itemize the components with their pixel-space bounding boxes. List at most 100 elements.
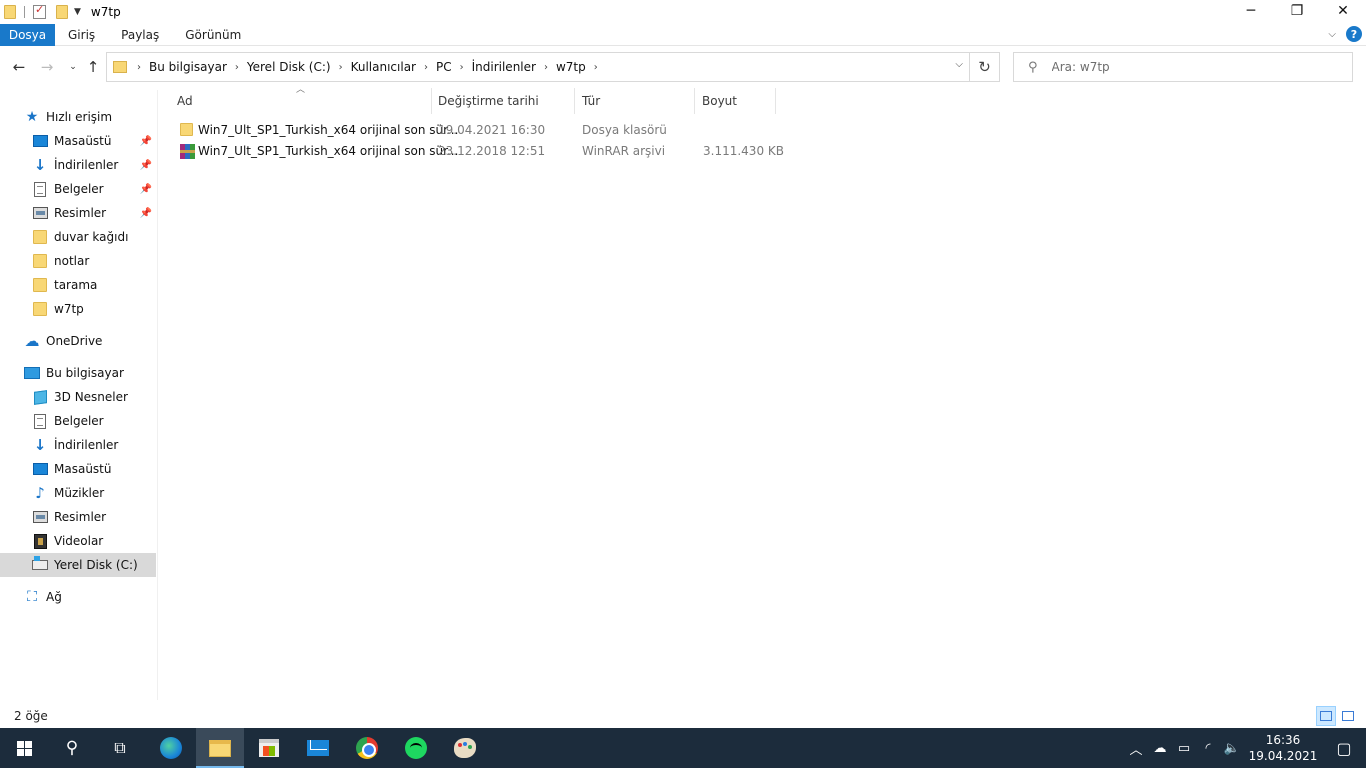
refresh-button[interactable]: ↻: [970, 52, 1000, 82]
chevron-right-icon[interactable]: ›: [590, 62, 602, 73]
chevron-right-icon[interactable]: ›: [456, 62, 468, 73]
sidebar-item-label: İndirilenler: [54, 438, 119, 452]
sidebar-item-3d-nesneler[interactable]: 3D Nesneler: [32, 386, 128, 408]
sidebar-item-yerel-disk[interactable]: Yerel Disk (C:): [0, 553, 156, 577]
pin-icon: 📌: [139, 135, 152, 147]
chevron-right-icon[interactable]: ›: [231, 62, 243, 73]
search-button[interactable]: ⚲: [48, 728, 96, 768]
tab-giris[interactable]: Giriş: [55, 24, 108, 46]
taskbar-store[interactable]: [245, 728, 293, 768]
file-date: 23.12.2018 12:51: [438, 144, 546, 158]
sidebar-item-videolar[interactable]: Videolar: [32, 530, 103, 552]
up-icon[interactable]: ↑: [82, 56, 104, 78]
taskbar-mail[interactable]: [294, 728, 342, 768]
chevron-right-icon[interactable]: ›: [133, 62, 145, 73]
sidebar-item-muzikler[interactable]: ♪ Müzikler: [32, 482, 104, 504]
folder-icon: [33, 254, 47, 268]
computer-icon: [24, 367, 40, 379]
desktop-icon: [32, 463, 48, 475]
taskbar-paint[interactable]: [441, 728, 489, 768]
table-row[interactable]: Win7_Ult_SP1_Turkish_x64 orijinal son sü…: [170, 141, 784, 162]
recent-locations-icon[interactable]: ⌄: [62, 56, 84, 78]
column-header-size[interactable]: Boyut: [695, 88, 776, 114]
chevron-down-icon[interactable]: ⌵: [955, 59, 963, 70]
chevron-right-icon[interactable]: ›: [420, 62, 432, 73]
sidebar-item-tarama[interactable]: tarama: [32, 274, 97, 296]
table-row[interactable]: Win7_Ult_SP1_Turkish_x64 orijinal son sü…: [170, 120, 776, 141]
large-icons-view-button[interactable]: [1338, 706, 1358, 726]
download-icon: ↓: [33, 436, 47, 454]
battery-icon[interactable]: ▭: [1172, 741, 1196, 756]
sidebar-item-masaustu[interactable]: Masaüstü 📌: [32, 130, 156, 152]
column-header-type[interactable]: Tür: [575, 88, 695, 114]
customize-toolbar-icon[interactable]: ▼: [74, 7, 81, 17]
address-bar[interactable]: › Bu bilgisayar › Yerel Disk (C:) › Kull…: [106, 52, 970, 82]
tab-gorunum[interactable]: Görünüm: [172, 24, 254, 46]
expand-ribbon-icon[interactable]: ⌵: [1328, 29, 1336, 40]
sidebar-item-this-pc[interactable]: Bu bilgisayar: [24, 362, 124, 384]
maximize-button[interactable]: ❐: [1274, 0, 1320, 22]
sidebar-item-onedrive[interactable]: ☁ OneDrive: [24, 330, 103, 352]
pin-icon: 📌: [139, 159, 152, 171]
chevron-right-icon[interactable]: ›: [540, 62, 552, 73]
taskbar-file-explorer[interactable]: [196, 728, 244, 768]
volume-icon[interactable]: 🔈: [1220, 741, 1244, 756]
sidebar-item-indirilenler[interactable]: ↓ İndirilenler 📌: [32, 154, 156, 176]
help-icon[interactable]: ?: [1346, 26, 1362, 42]
pictures-icon: [32, 207, 48, 219]
details-view-button[interactable]: [1316, 706, 1336, 726]
sidebar-item-belgeler-pc[interactable]: Belgeler: [32, 410, 104, 432]
onedrive-cloud-icon[interactable]: ☁: [1148, 741, 1172, 756]
file-name: Win7_Ult_SP1_Turkish_x64 orijinal son sü…: [198, 144, 459, 158]
start-button[interactable]: [0, 728, 48, 768]
sidebar-item-network[interactable]: ⛶ Ağ: [24, 586, 62, 608]
chevron-up-icon[interactable]: ︿: [1124, 739, 1148, 758]
quick-access-toolbar: ▼: [0, 0, 81, 24]
breadcrumb-item[interactable]: Bu bilgisayar: [145, 60, 231, 74]
search-input[interactable]: [1051, 60, 1332, 74]
wifi-icon[interactable]: ◜: [1196, 741, 1220, 756]
forward-icon[interactable]: →: [36, 56, 58, 78]
taskbar-edge[interactable]: [147, 728, 195, 768]
window-title: w7tp: [90, 5, 121, 19]
winrar-archive-icon: [180, 144, 195, 159]
search-icon: ⚲: [1028, 59, 1038, 75]
search-box[interactable]: ⚲: [1013, 52, 1353, 82]
tab-dosya[interactable]: Dosya: [0, 23, 55, 46]
sidebar-item-resimler[interactable]: Resimler 📌: [32, 202, 156, 224]
breadcrumb-item[interactable]: Kullanıcılar: [347, 60, 420, 74]
notification-icon[interactable]: ▢: [1322, 739, 1366, 758]
sidebar-item-quick-access[interactable]: ★ Hızlı erişim: [24, 106, 112, 128]
folder-icon[interactable]: [4, 5, 16, 19]
chrome-icon: [356, 737, 378, 759]
network-icon: ⛶: [27, 589, 37, 605]
sidebar-item-label: Yerel Disk (C:): [54, 558, 138, 572]
file-explorer-icon: [209, 739, 231, 757]
properties-icon[interactable]: [33, 3, 46, 19]
breadcrumb-item[interactable]: Yerel Disk (C:): [243, 60, 335, 74]
close-button[interactable]: ✕: [1320, 0, 1366, 22]
3d-objects-icon: [33, 389, 47, 405]
column-header-name[interactable]: Ad: [170, 88, 432, 114]
column-header-date[interactable]: Değiştirme tarihi: [431, 88, 575, 114]
minimize-button[interactable]: ─: [1228, 0, 1274, 22]
breadcrumb-item[interactable]: İndirilenler: [468, 60, 540, 74]
task-view-button[interactable]: ⧉: [96, 728, 144, 768]
pictures-icon: [32, 511, 48, 523]
sidebar-item-masaustu-pc[interactable]: Masaüstü: [32, 458, 111, 480]
breadcrumb-item[interactable]: w7tp: [552, 60, 590, 74]
sidebar-item-duvar-kagidi[interactable]: duvar kağıdı: [32, 226, 128, 248]
tab-paylas[interactable]: Paylaş: [108, 24, 172, 46]
chevron-right-icon[interactable]: ›: [335, 62, 347, 73]
clock[interactable]: 16:36 19.04.2021: [1244, 732, 1322, 764]
sidebar-item-notlar[interactable]: notlar: [32, 250, 89, 272]
sidebar-item-indirilenler-pc[interactable]: ↓ İndirilenler: [32, 434, 119, 456]
sidebar-item-resimler-pc[interactable]: Resimler: [32, 506, 106, 528]
sidebar-item-belgeler[interactable]: Belgeler 📌: [32, 178, 156, 200]
new-folder-icon[interactable]: [56, 5, 68, 19]
sidebar-item-w7tp[interactable]: w7tp: [32, 298, 84, 320]
taskbar-chrome[interactable]: [343, 728, 391, 768]
taskbar-spotify[interactable]: [392, 728, 440, 768]
back-icon[interactable]: ←: [8, 56, 30, 78]
breadcrumb-item[interactable]: PC: [432, 60, 456, 74]
